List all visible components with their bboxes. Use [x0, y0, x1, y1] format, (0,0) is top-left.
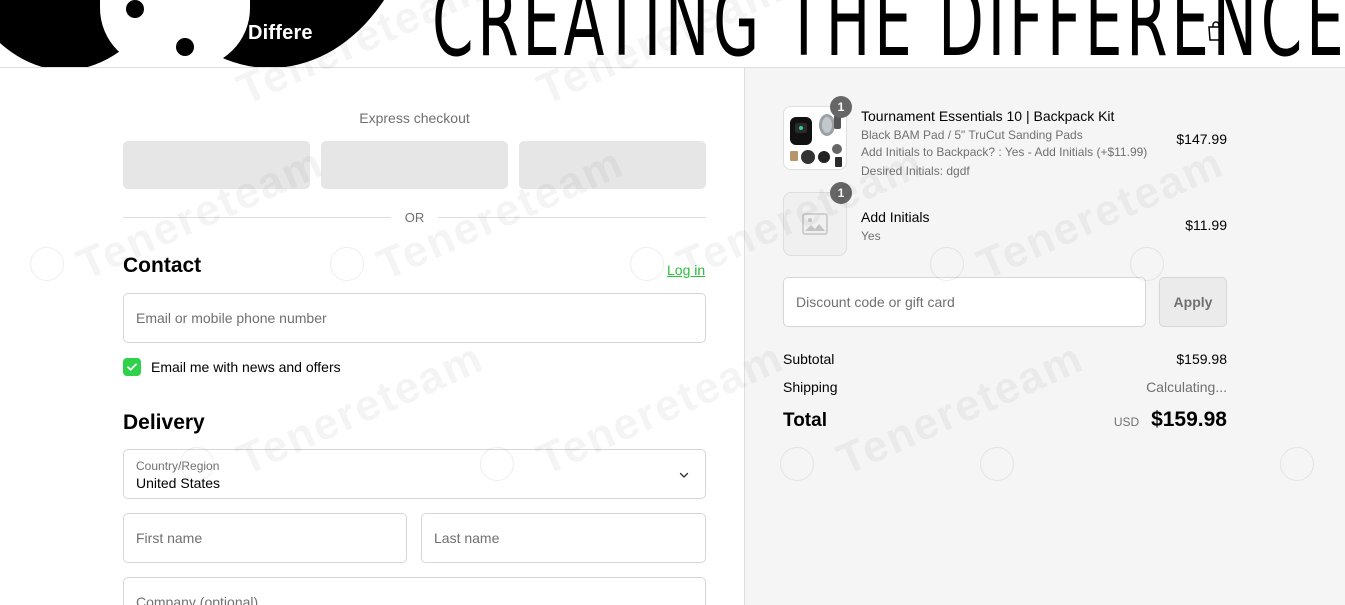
logo-dot — [176, 38, 194, 56]
express-checkout-title: Express checkout — [359, 110, 470, 126]
email-placeholder: Email or mobile phone number — [136, 310, 327, 326]
line-item: 1 Add Initials Yes $11.99 — [783, 182, 1227, 256]
shipping-value: Calculating... — [1146, 379, 1227, 395]
shipping-label: Shipping — [783, 379, 838, 395]
company-placeholder: Company (optional) — [136, 594, 259, 605]
login-link[interactable]: Log in — [667, 262, 705, 278]
shipping-row: Shipping Calculating... — [783, 379, 1227, 395]
line-item: 1 Tournament Essentials 10 | Backpack Ki… — [783, 96, 1227, 186]
last-name-field[interactable]: Last name — [421, 513, 706, 563]
total-amount-group: USD $159.98 — [1114, 408, 1227, 432]
or-divider: OR — [123, 208, 706, 226]
last-name-placeholder: Last name — [434, 530, 500, 546]
checkout-form-panel: Express checkout OR Contact Log in Email… — [0, 68, 744, 605]
order-summary-panel: 1 Tournament Essentials 10 | Backpack Ki… — [744, 68, 1345, 605]
brand-logo[interactable]: Differe — [0, 0, 430, 67]
country-select[interactable]: Country/Region United States — [123, 449, 706, 499]
first-name-field[interactable]: First name — [123, 513, 407, 563]
newsletter-checkbox[interactable] — [123, 358, 141, 376]
quantity-badge: 1 — [830, 96, 852, 118]
total-label: Total — [783, 410, 827, 431]
checkmark-icon — [127, 363, 137, 371]
item-variant: Black BAM Pad / 5" TruCut Sanding Pads — [861, 128, 1083, 142]
or-label: OR — [404, 209, 425, 225]
item-details: Tournament Essentials 10 | Backpack Kit … — [861, 108, 1151, 180]
item-title: Tournament Essentials 10 | Backpack Kit — [861, 108, 1115, 124]
subtotal-row: Subtotal $159.98 — [783, 351, 1227, 367]
total-row: Total USD $159.98 — [783, 408, 1227, 432]
express-pay-button-3[interactable] — [519, 141, 706, 189]
divider-line — [438, 216, 706, 218]
country-value: United States — [136, 475, 221, 491]
apply-discount-button[interactable]: Apply — [1159, 277, 1227, 327]
currency-code: USD — [1113, 415, 1140, 429]
shopping-bag-icon[interactable] — [1206, 20, 1226, 42]
item-option: Add Initials to Backpack? : Yes - Add In… — [861, 145, 1148, 160]
divider-line — [123, 216, 391, 218]
contact-heading: Contact — [123, 254, 202, 277]
logo-dot — [126, 0, 144, 18]
quantity-badge: 1 — [830, 182, 852, 204]
express-pay-button-2[interactable] — [321, 141, 508, 189]
newsletter-option[interactable]: Email me with news and offers — [123, 358, 341, 376]
first-name-placeholder: First name — [136, 530, 203, 546]
item-title: Add Initials — [861, 209, 930, 225]
subtotal-value: $159.98 — [1176, 351, 1227, 367]
item-variant: Yes — [861, 229, 881, 243]
express-pay-button-1[interactable] — [123, 141, 310, 189]
item-details: Add Initials Yes — [861, 209, 1151, 244]
express-checkout-buttons — [123, 141, 706, 189]
email-field[interactable]: Email or mobile phone number — [123, 293, 706, 343]
brand-name-fragment: Differe — [248, 22, 313, 44]
newsletter-label: Email me with news and offers — [151, 359, 341, 375]
image-placeholder-icon — [802, 213, 828, 235]
company-field[interactable]: Company (optional) — [123, 577, 706, 605]
total-value: $159.98 — [1151, 408, 1227, 431]
chevron-down-icon — [679, 472, 689, 478]
country-label: Country/Region — [136, 459, 220, 473]
item-price: $11.99 — [1185, 217, 1227, 233]
discount-code-field[interactable]: Discount code or gift card — [783, 277, 1146, 327]
delivery-heading: Delivery — [123, 411, 205, 434]
site-header: Differe CREATING THE DIFFERENCE — [0, 0, 1345, 68]
subtotal-label: Subtotal — [783, 351, 835, 367]
item-price: $147.99 — [1176, 131, 1227, 147]
discount-placeholder: Discount code or gift card — [796, 294, 955, 310]
item-extra: Desired Initials: dgdf — [861, 164, 970, 179]
